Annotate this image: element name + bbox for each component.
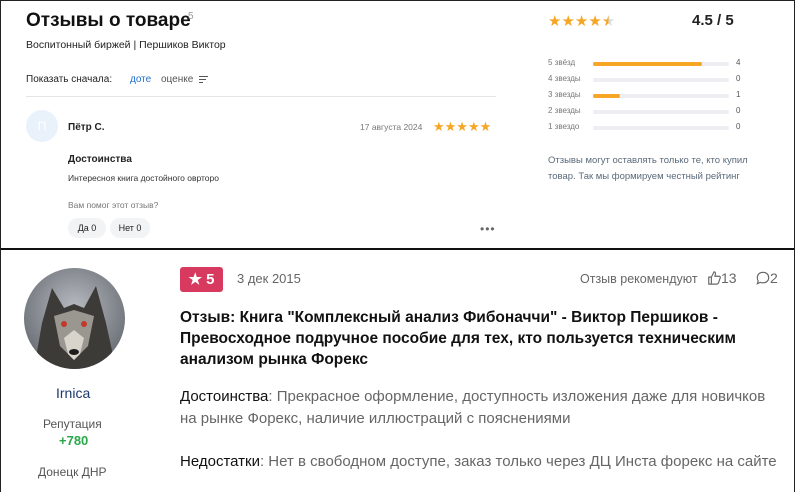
pros-text: Интересноя книга достойного оврторо	[68, 173, 219, 183]
page-title: Отзывы о товаре	[26, 10, 191, 31]
distribution-count: 1	[736, 90, 741, 99]
distribution-count: 0	[736, 106, 741, 115]
reputation-label: Репутация	[43, 417, 102, 431]
pros-label: Достоинства	[180, 388, 269, 405]
comments-button[interactable]: 2	[756, 270, 778, 286]
username[interactable]: Irnica	[56, 385, 90, 401]
more-options-icon[interactable]: •••	[480, 222, 496, 236]
distribution-bar-fill	[593, 94, 621, 98]
divider	[26, 96, 496, 97]
review-count: 5	[188, 11, 194, 22]
distribution-label: 5 звёзд	[548, 58, 576, 67]
pros-text: : Прекрасное оформление, доступность изл…	[180, 388, 766, 427]
comment-count: 2	[770, 270, 778, 286]
user-location: Донецк ДНР	[38, 465, 107, 479]
distribution-bar-fill	[593, 62, 702, 66]
like-button[interactable]: 13	[707, 270, 737, 286]
review-date: 3 дек 2015	[237, 271, 301, 286]
reputation-value: +780	[59, 433, 89, 448]
cons-paragraph: Недостатки: Нет в свободном доступе, зак…	[180, 451, 780, 473]
distribution-bar	[593, 62, 729, 66]
cons-label: Недостатки	[180, 453, 260, 470]
distribution-bar	[593, 94, 729, 98]
review-date: 17 августа 2024	[360, 122, 423, 132]
sort-by-rating-link[interactable]: оценке	[161, 74, 193, 85]
helpful-no-button[interactable]: Нет 0	[110, 218, 150, 238]
distribution-count: 0	[736, 122, 741, 131]
badge-score: 5	[206, 271, 215, 288]
sort-by-date-link[interactable]: доте	[130, 74, 151, 85]
review-stars-icon: ★★★★★	[433, 119, 492, 134]
review-author: Пётр С.	[68, 122, 105, 133]
comment-icon	[756, 271, 770, 285]
sort-label: Показать сначала:	[26, 74, 113, 85]
distribution-label: 1 звездо	[548, 122, 580, 131]
distribution-label: 3 звезды	[548, 90, 581, 99]
distribution-bar	[593, 78, 729, 82]
review-title[interactable]: Отзыв: Книга "Комплексный анализ Фибонач…	[180, 307, 740, 370]
distribution-count: 4	[736, 58, 741, 67]
recommend-label: Отзыв рекомендуют	[580, 272, 698, 286]
avatar: П	[26, 110, 58, 142]
product-subtitle: Воспитонный биржей | Першиков Виктор	[26, 39, 226, 51]
pros-paragraph: Достоинства: Прекрасное оформление, дост…	[180, 386, 780, 430]
distribution-bar	[593, 126, 729, 130]
rating-badge: ★ 5	[180, 267, 223, 292]
overall-rating-value: 4.5 / 5	[692, 12, 734, 29]
distribution-bar	[593, 110, 729, 114]
distribution-label: 2 звезды	[548, 106, 581, 115]
user-avatar[interactable]	[24, 268, 125, 369]
reviews-note: Отзывы могут оставлять только те, кто ку…	[548, 155, 748, 182]
thumbs-up-icon	[708, 271, 721, 285]
overall-rating-stars-icon: ★★★★★	[548, 13, 616, 30]
helpful-question: Вам помог этот отзыв?	[68, 200, 159, 210]
distribution-label: 4 звезды	[548, 74, 581, 83]
cons-text: : Нет в свободном доступе, заказ только …	[259, 453, 777, 470]
like-count: 13	[721, 270, 737, 286]
star-icon: ★	[188, 271, 202, 288]
helpful-yes-button[interactable]: Да 0	[68, 218, 106, 238]
pros-heading: Достоинства	[68, 154, 132, 165]
distribution-count: 0	[736, 74, 741, 83]
sort-icon[interactable]	[199, 76, 208, 85]
